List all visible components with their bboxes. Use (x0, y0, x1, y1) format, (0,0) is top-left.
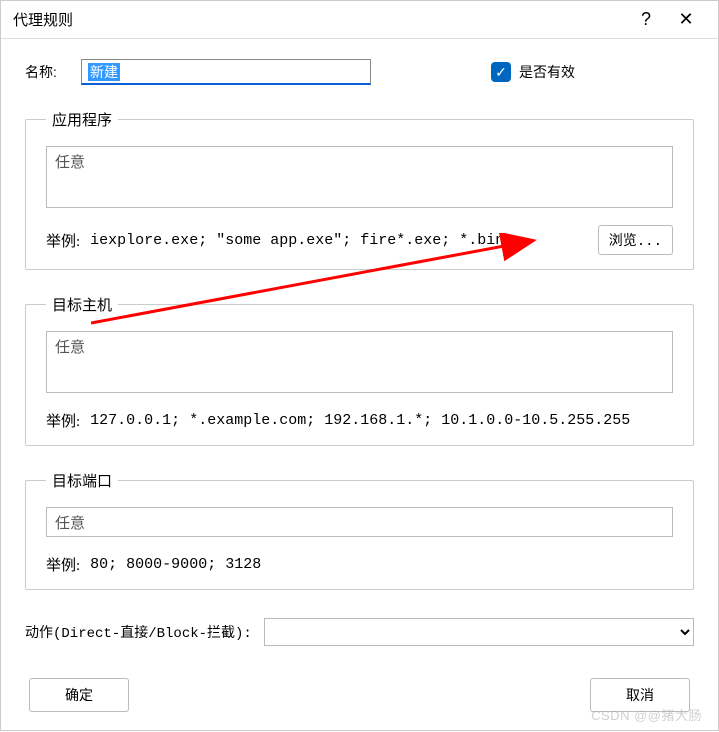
target-port-example-text: 80; 8000-9000; 3128 (90, 556, 261, 573)
name-label: 名称: (25, 62, 81, 82)
effective-label: 是否有效 (519, 62, 575, 82)
dialog-content: 名称: 新建 ✓ 是否有效 应用程序 举例: iexplore.exe; "so… (1, 39, 718, 732)
help-icon: ? (641, 9, 651, 30)
check-icon: ✓ (495, 64, 507, 81)
target-host-textarea[interactable] (46, 331, 673, 393)
close-button[interactable]: ✕ (666, 1, 706, 39)
target-port-textarea[interactable] (46, 507, 673, 537)
application-textarea[interactable] (46, 146, 673, 208)
browse-button[interactable]: 浏览... (598, 225, 673, 255)
target-host-group: 目标主机 举例: 127.0.0.1; *.example.com; 192.1… (25, 294, 694, 446)
ok-button[interactable]: 确定 (29, 678, 129, 712)
effective-checkbox[interactable]: ✓ (491, 62, 511, 82)
application-group: 应用程序 举例: iexplore.exe; "some app.exe"; f… (25, 109, 694, 270)
target-host-example-label: 举例: (46, 410, 80, 431)
window-title: 代理规则 (13, 9, 626, 30)
application-legend: 应用程序 (46, 109, 118, 130)
application-example-row: 举例: iexplore.exe; "some app.exe"; fire*.… (46, 225, 673, 255)
target-port-example-label: 举例: (46, 554, 80, 575)
target-host-example-text: 127.0.0.1; *.example.com; 192.168.1.*; 1… (90, 412, 630, 429)
target-port-group: 目标端口 举例: 80; 8000-9000; 3128 (25, 470, 694, 590)
target-port-example-row: 举例: 80; 8000-9000; 3128 (46, 554, 673, 575)
target-host-legend: 目标主机 (46, 294, 118, 315)
name-input-selection: 新建 (88, 63, 120, 81)
watermark: CSDN @@猪大肠 (591, 705, 702, 724)
help-button[interactable]: ? (626, 1, 666, 39)
target-host-example-row: 举例: 127.0.0.1; *.example.com; 192.168.1.… (46, 410, 673, 431)
application-example-label: 举例: (46, 230, 80, 251)
action-label: 动作(Direct-直接/Block-拦截): (25, 622, 252, 642)
titlebar: 代理规则 ? ✕ (1, 1, 718, 39)
action-row: 动作(Direct-直接/Block-拦截): (25, 618, 694, 646)
action-select[interactable] (264, 618, 694, 646)
target-port-legend: 目标端口 (46, 470, 118, 491)
application-example-text: iexplore.exe; "some app.exe"; fire*.exe;… (90, 232, 504, 249)
name-input[interactable]: 新建 (81, 59, 371, 85)
effective-checkbox-wrap[interactable]: ✓ 是否有效 (491, 62, 575, 82)
close-icon: ✕ (678, 9, 693, 30)
name-row: 名称: 新建 ✓ 是否有效 (25, 59, 694, 85)
